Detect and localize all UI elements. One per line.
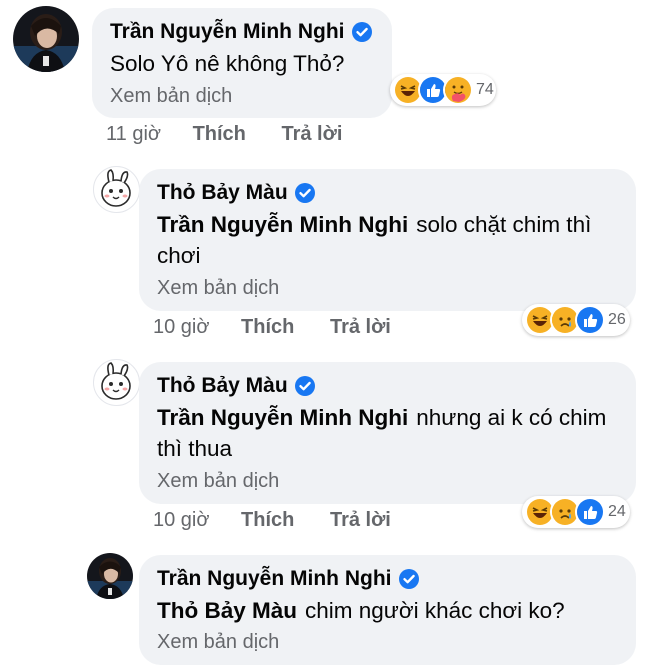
verified-badge-icon: [294, 183, 315, 203]
comment-bubble: Thỏ Bảy Màu Trần Nguyễn Minh Nghi solo ch…: [139, 169, 636, 311]
comment-author[interactable]: Thỏ Bảy Màu: [157, 181, 315, 205]
comment-time[interactable]: 10 giờ: [153, 509, 209, 531]
mention-link[interactable]: Thỏ Bảy Màu: [157, 598, 297, 623]
comment-text: Trần Nguyễn Minh Nghi solo chặt chim thì …: [157, 209, 619, 271]
verified-badge-icon: [351, 22, 372, 42]
care-reaction-icon: [443, 75, 473, 105]
like-button[interactable]: Thích: [241, 509, 294, 531]
mention-link[interactable]: Trần Nguyễn Minh Nghi: [157, 212, 408, 237]
see-translation-link[interactable]: Xem bản dịch: [157, 470, 279, 493]
like-button[interactable]: Thích: [193, 123, 246, 145]
see-translation-link[interactable]: Xem bản dịch: [110, 85, 232, 108]
comment-body: Solo Yô nê không Thỏ?: [110, 51, 345, 76]
verified-badge-icon: [294, 376, 315, 396]
reaction-summary[interactable]: 26: [522, 304, 630, 336]
comment-author[interactable]: Trần Nguyễn Minh Nghi: [110, 20, 372, 44]
mention-link[interactable]: Trần Nguyễn Minh Nghi: [157, 405, 408, 430]
reaction-count: 24: [608, 503, 626, 520]
author-name[interactable]: Thỏ Bảy Màu: [157, 374, 288, 398]
see-translation-link[interactable]: Xem bản dịch: [157, 277, 279, 300]
comment-time[interactable]: 11 giờ: [106, 123, 161, 145]
comment-author[interactable]: Trần Nguyễn Minh Nghi: [157, 567, 419, 591]
reaction-summary[interactable]: 24: [522, 496, 630, 528]
comment-bubble: Trần Nguyễn Minh Nghi Solo Yô nê không T…: [92, 8, 392, 118]
comment-time[interactable]: 10 giờ: [153, 316, 209, 338]
comment-author[interactable]: Thỏ Bảy Màu: [157, 374, 315, 398]
comment-text: Solo Yô nê không Thỏ?: [110, 48, 380, 79]
author-name[interactable]: Thỏ Bảy Màu: [157, 181, 288, 205]
avatar-tran-nguyen-minh-nghi[interactable]: [87, 553, 133, 599]
like-reaction-icon: [575, 305, 605, 335]
avatar-tho-bay-mau[interactable]: [93, 166, 140, 213]
reaction-count: 74: [476, 81, 494, 98]
comment-actions: 10 giờ Thích Trả lời: [153, 316, 391, 339]
comment-bubble: Thỏ Bảy Màu Trần Nguyễn Minh Nghi nhưng a…: [139, 362, 636, 504]
reaction-summary[interactable]: 74: [390, 74, 496, 106]
avatar-tho-bay-mau[interactable]: [93, 359, 140, 406]
verified-badge-icon: [398, 569, 419, 589]
author-name[interactable]: Trần Nguyễn Minh Nghi: [110, 20, 345, 44]
like-reaction-icon: [575, 497, 605, 527]
comment-body: chim người khác chơi ko?: [305, 598, 565, 623]
comment-bubble: Trần Nguyễn Minh Nghi Thỏ Bảy Màu chim ng…: [139, 555, 636, 665]
reply-button[interactable]: Trả lời: [281, 123, 342, 145]
comment-actions: 10 giờ Thích Trả lời: [153, 509, 391, 532]
comment-text: Trần Nguyễn Minh Nghi nhưng ai k có chim …: [157, 402, 619, 464]
see-translation-link[interactable]: Xem bản dịch: [157, 631, 279, 654]
avatar-tran-nguyen-minh-nghi[interactable]: [13, 6, 79, 72]
reply-button[interactable]: Trả lời: [330, 509, 391, 531]
reply-button[interactable]: Trả lời: [330, 316, 391, 338]
author-name[interactable]: Trần Nguyễn Minh Nghi: [157, 567, 392, 591]
comment-text: Thỏ Bảy Màu chim người khác chơi ko?: [157, 595, 619, 626]
comment-actions: 11 giờ Thích Trả lời: [106, 123, 342, 146]
like-button[interactable]: Thích: [241, 316, 294, 338]
reaction-count: 26: [608, 311, 626, 328]
